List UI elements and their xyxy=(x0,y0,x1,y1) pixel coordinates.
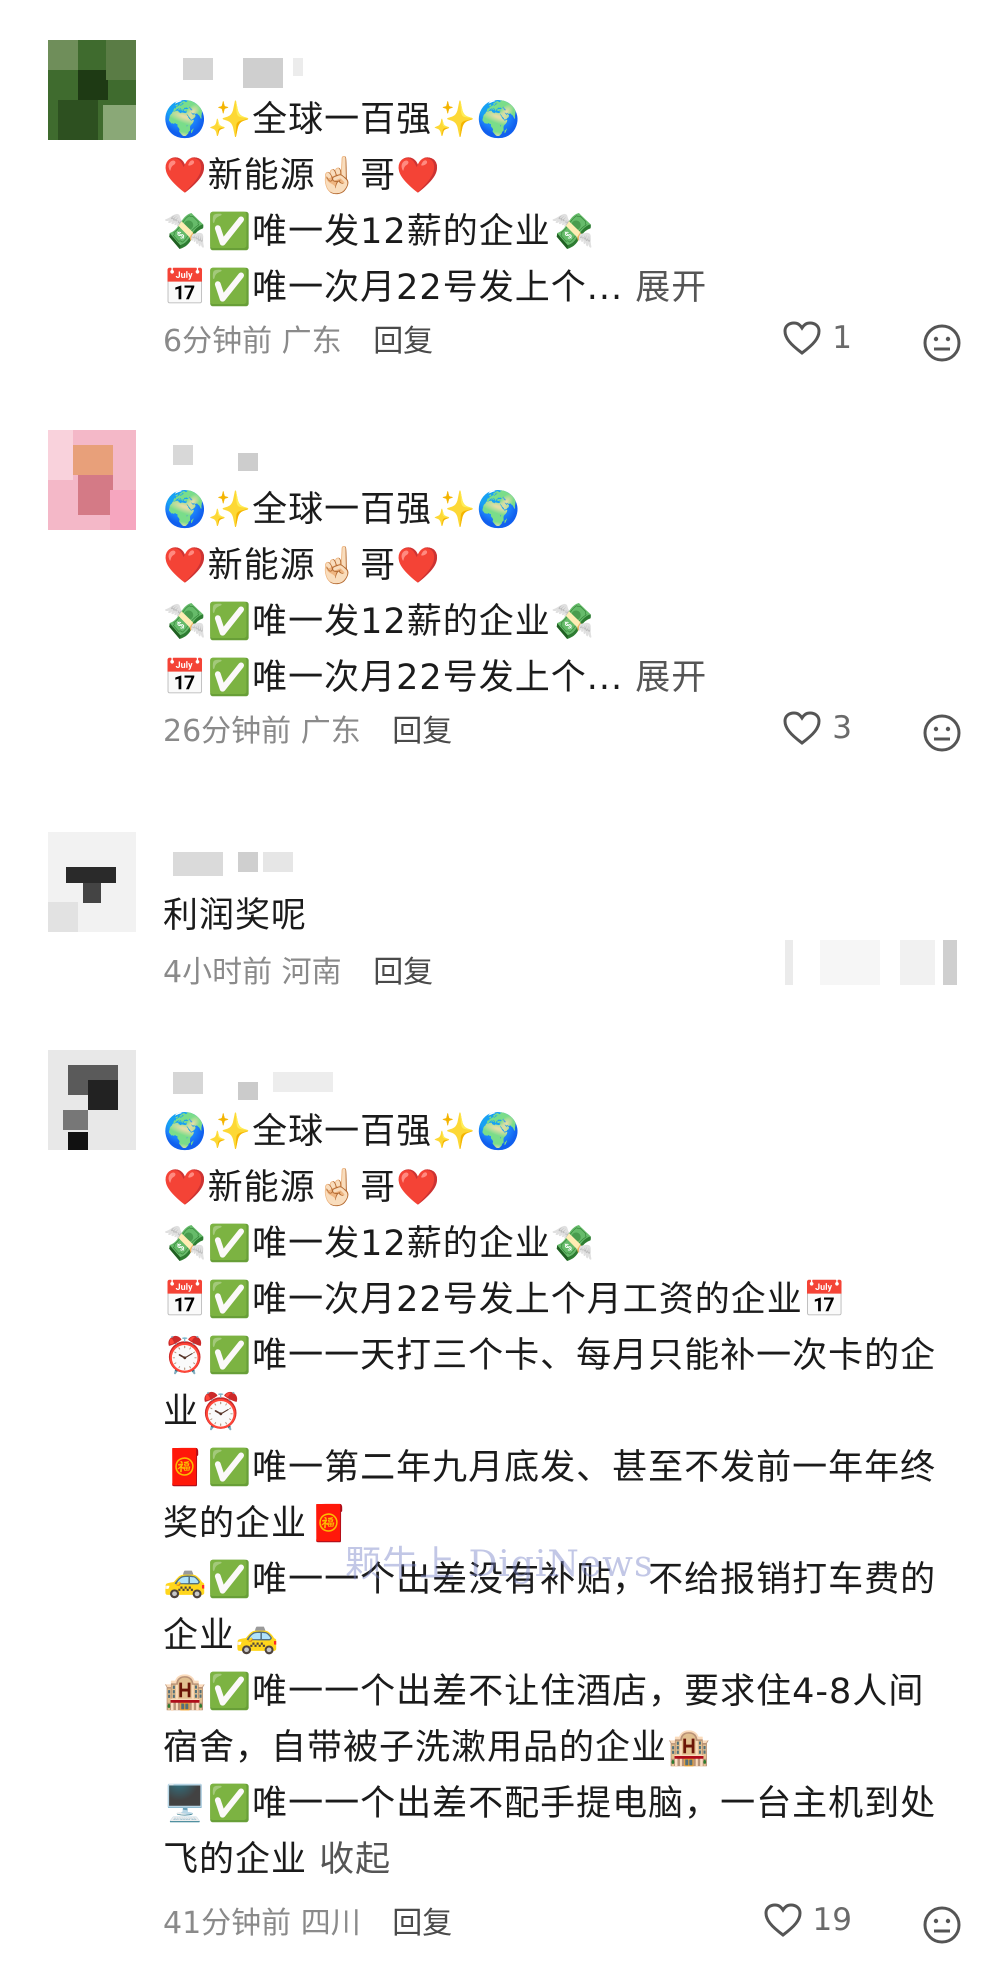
comment-line: 💸✅唯一发12薪的企业💸 xyxy=(163,212,596,252)
heart-icon xyxy=(783,321,821,355)
comment-line: 🌍✨全球一百强✨🌍 xyxy=(163,490,522,530)
comment-line: 💸✅唯一发12薪的企业💸 xyxy=(163,602,596,642)
reply-button[interactable]: 回复 xyxy=(392,1906,452,1941)
dislike-button[interactable] xyxy=(922,1905,962,1949)
like-count: 1 xyxy=(832,320,852,356)
timestamp: 41分钟前 xyxy=(163,1906,292,1941)
comment-line: ❤️新能源☝🏻哥❤️ xyxy=(163,1168,441,1208)
avatar[interactable] xyxy=(48,40,136,140)
neutral-face-icon xyxy=(923,714,961,752)
comment-line: 🌍✨全球一百强✨🌍 xyxy=(163,1112,522,1152)
collapse-link[interactable]: 收起 xyxy=(319,1840,391,1880)
avatar[interactable] xyxy=(48,1050,136,1150)
avatar[interactable] xyxy=(48,430,136,530)
location: 四川 xyxy=(300,1906,361,1941)
like-count: 3 xyxy=(832,710,852,746)
comment-line-truncated: 📅✅唯一次月22号发上个... 展开 xyxy=(163,260,707,316)
blurred-actions xyxy=(785,940,975,985)
neutral-face-icon xyxy=(923,324,961,362)
comment-meta: 6分钟前 广东 回复 xyxy=(163,322,433,362)
like-count: 19 xyxy=(812,1902,852,1938)
comment-line: 业⏰ xyxy=(163,1392,244,1432)
avatar[interactable] xyxy=(48,832,136,932)
comment-line: 利润奖呢 xyxy=(163,896,308,936)
comment-meta: 4小时前 河南 回复 xyxy=(163,953,433,993)
heart-icon xyxy=(764,1903,802,1937)
comment-line-text: 📅✅唯一次月22号发上个... xyxy=(163,268,624,308)
expand-link[interactable]: 展开 xyxy=(635,268,707,308)
comment-line-text: 飞的企业 xyxy=(163,1840,308,1880)
like-button[interactable]: 3 xyxy=(782,710,852,746)
comment-line: 🏨✅唯一一个出差不让住酒店，要求住4-8人间 xyxy=(163,1672,925,1712)
expand-link[interactable]: 展开 xyxy=(635,658,707,698)
comment-meta: 26分钟前 广东 回复 xyxy=(163,712,452,752)
comment-line: ❤️新能源☝🏻哥❤️ xyxy=(163,546,441,586)
comment-line-text: 📅✅唯一次月22号发上个... xyxy=(163,658,624,698)
heart-icon xyxy=(783,711,821,745)
dislike-button[interactable] xyxy=(922,323,962,367)
comment-line: 📅✅唯一次月22号发上个月工资的企业📅 xyxy=(163,1280,848,1320)
timestamp: 6分钟前 xyxy=(163,324,273,359)
comment-line: 🧧✅唯一第二年九月底发、甚至不发前一年年终 xyxy=(163,1448,937,1488)
comment-line: 企业🚕 xyxy=(163,1616,280,1656)
comment-line: 🖥️✅唯一一个出差不配手提电脑，一台主机到处 xyxy=(163,1784,937,1824)
watermark: 颗牛上 DigiNews xyxy=(345,1544,654,1585)
comment-line: 🌍✨全球一百强✨🌍 xyxy=(163,100,522,140)
comment-meta: 41分钟前 四川 回复 xyxy=(163,1904,452,1944)
comment-line-truncated: 📅✅唯一次月22号发上个... 展开 xyxy=(163,650,707,706)
comment-line: 💸✅唯一发12薪的企业💸 xyxy=(163,1224,596,1264)
neutral-face-icon xyxy=(923,1906,961,1944)
dislike-button[interactable] xyxy=(922,713,962,757)
comment-line-last: 飞的企业 收起 xyxy=(163,1832,391,1888)
reply-button[interactable]: 回复 xyxy=(373,324,433,359)
like-button[interactable]: 1 xyxy=(782,320,852,356)
comment-line: ⏰✅唯一一天打三个卡、每月只能补一次卡的企 xyxy=(163,1336,937,1376)
comment-line: 奖的企业🧧 xyxy=(163,1504,352,1544)
comment-line: ❤️新能源☝🏻哥❤️ xyxy=(163,156,441,196)
comment-line: 宿舍，自带被子洗漱用品的企业🏨 xyxy=(163,1728,712,1768)
location: 广东 xyxy=(281,324,342,359)
timestamp: 26分钟前 xyxy=(163,714,292,749)
reply-button[interactable]: 回复 xyxy=(373,955,433,990)
reply-button[interactable]: 回复 xyxy=(392,714,452,749)
like-button[interactable]: 19 xyxy=(763,1902,852,1938)
timestamp: 4小时前 xyxy=(163,955,273,990)
location: 河南 xyxy=(281,955,342,990)
location: 广东 xyxy=(300,714,361,749)
